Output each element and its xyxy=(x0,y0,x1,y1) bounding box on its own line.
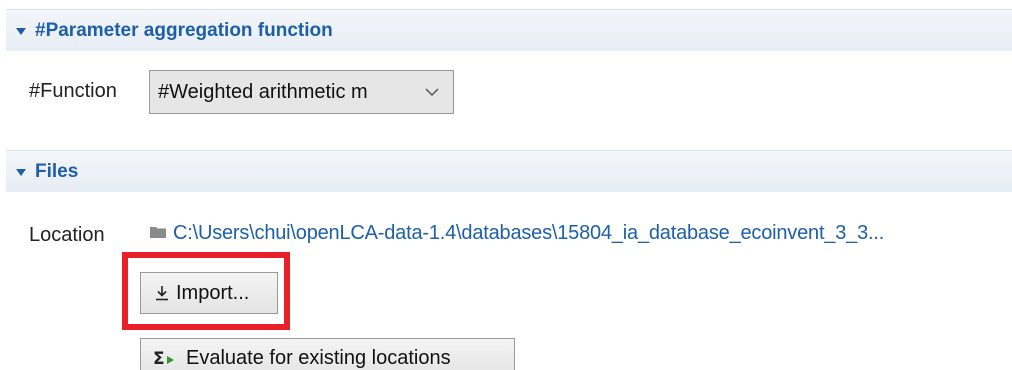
download-arrow-icon xyxy=(155,285,169,301)
evaluate-button-label: Evaluate for existing locations xyxy=(186,346,451,369)
svg-text:Σ: Σ xyxy=(153,349,165,367)
function-label: #Function xyxy=(29,80,117,102)
files-section-header[interactable]: Files xyxy=(6,150,1012,192)
sigma-run-icon: Σ xyxy=(153,349,179,367)
collapse-triangle-icon[interactable] xyxy=(16,169,26,176)
location-path-link[interactable]: C:\Users\chui\openLCA-data-1.4\databases… xyxy=(173,222,1011,245)
evaluate-button[interactable]: Σ Evaluate for existing locations xyxy=(140,338,515,370)
import-button[interactable]: Import... xyxy=(140,272,278,314)
folder-icon xyxy=(150,225,166,238)
parameter-aggregation-section-header[interactable]: #Parameter aggregation function xyxy=(6,9,1012,51)
editor-page: #Parameter aggregation function #Functio… xyxy=(0,0,1012,370)
function-dropdown-value: #Weighted arithmetic m xyxy=(158,80,368,103)
section-title-files: Files xyxy=(35,160,79,182)
collapse-triangle-icon[interactable] xyxy=(16,28,26,35)
section-title-parameter-aggregation: #Parameter aggregation function xyxy=(35,19,333,41)
chevron-down-icon xyxy=(422,82,442,102)
function-dropdown[interactable]: #Weighted arithmetic m xyxy=(149,70,454,114)
location-label: Location xyxy=(29,224,105,246)
import-button-label: Import... xyxy=(176,281,250,304)
